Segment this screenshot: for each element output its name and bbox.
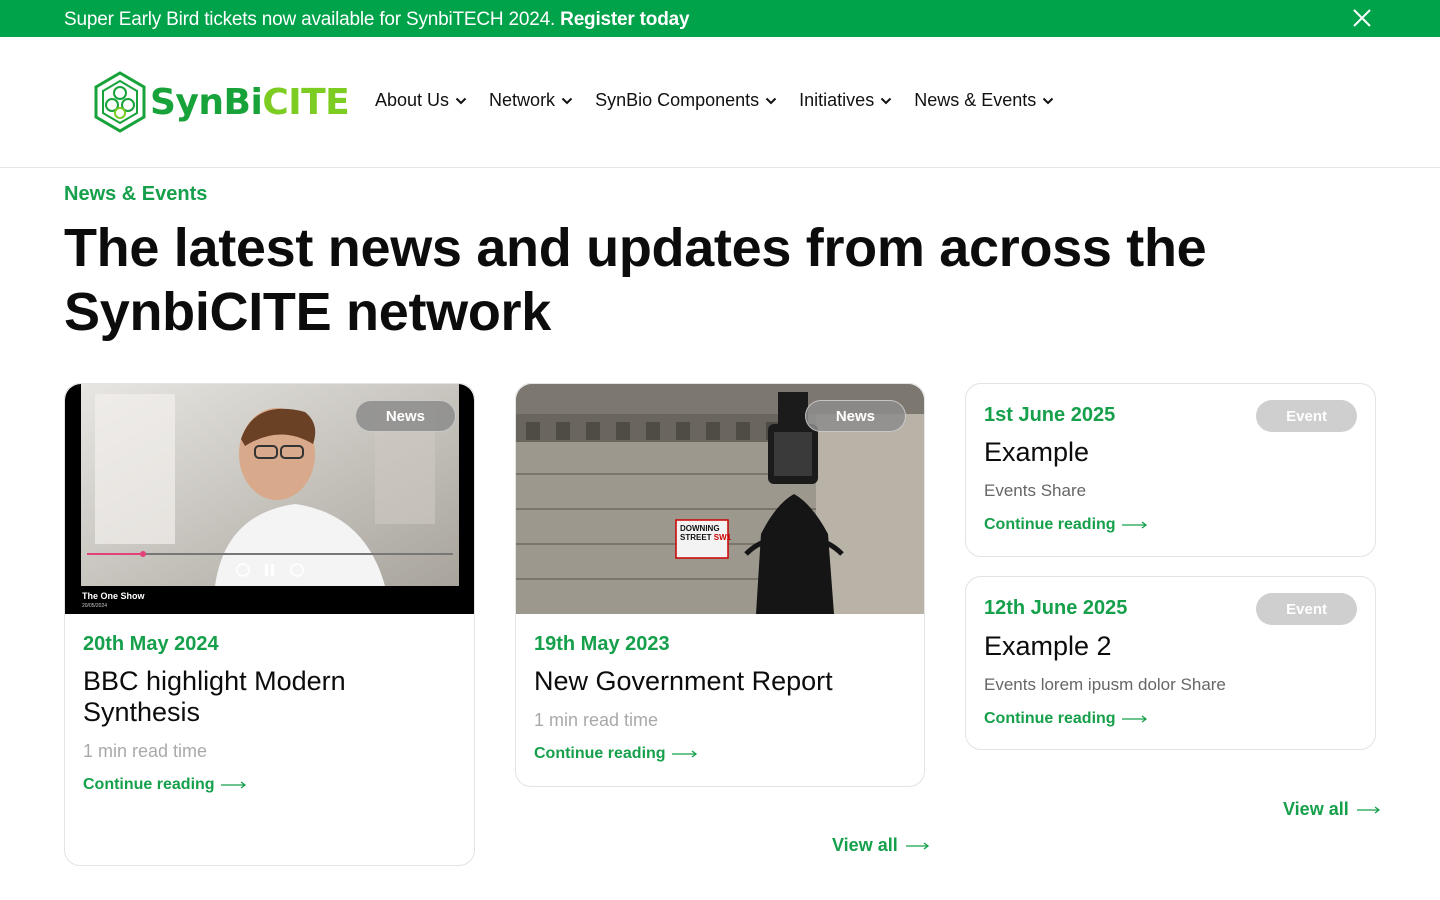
news-date: 19th May 2023 [534,633,670,655]
page-title: The latest news and updates from across … [64,218,1207,342]
street-sign-text: DOWNING STREET SW1 [680,524,732,542]
read-time: 1 min read time [534,710,659,730]
section-eyebrow: News & Events [64,183,208,205]
nav-item-synbio-components[interactable]: SynBio Components [595,90,777,111]
chevron-down-icon [455,97,467,104]
logo-wordmark: SynBiCITE [150,82,350,123]
news-badge: News [804,400,906,432]
events-view-all-link[interactable]: View all [1283,799,1381,820]
banner-text: Super Early Bird tickets now available f… [64,9,690,31]
event-meta: Events Share [984,481,1087,500]
event-meta: Events lorem ipusm dolor Share [984,675,1226,694]
news-card-image: DOWNING STREET SW1 News [516,384,924,614]
continue-reading-link[interactable]: Continue reading [83,776,247,794]
nav-item-network[interactable]: Network [489,90,573,111]
event-title[interactable]: Example 2 [984,631,1324,662]
continue-reading-link[interactable]: Continue reading [984,516,1148,534]
nav-item-initiatives[interactable]: Initiatives [799,90,892,111]
news-card[interactable]: The One Show 20/05/2024 News 20th May 20… [64,383,475,866]
video-caption: The One Show [82,591,145,601]
event-card[interactable]: Event 1st June 2025 Example Events Share… [965,383,1376,557]
arrow-right-icon [905,841,929,850]
arrow-right-icon [1121,521,1147,529]
close-icon[interactable] [1350,6,1374,30]
site-header: SynBiCITE About Us Network SynBio Compon… [0,37,1440,168]
chevron-down-icon [880,97,892,104]
banner-message: Super Early Bird tickets now available f… [64,9,556,30]
video-subcaption: 20/05/2024 [82,603,108,609]
news-card-image: The One Show 20/05/2024 News [65,384,474,614]
event-title[interactable]: Example [984,437,1324,468]
site-logo[interactable]: SynBiCITE [92,71,350,133]
nav-item-about-us[interactable]: About Us [375,90,467,111]
arrow-right-icon [1121,715,1147,723]
arrow-right-icon [671,750,697,758]
arrow-right-icon [1356,805,1380,814]
event-badge: Event [1256,400,1357,432]
news-title[interactable]: New Government Report [534,666,874,697]
news-badge: News [354,400,456,432]
event-badge: Event [1256,593,1357,625]
read-time: 1 min read time [83,741,208,761]
main-nav: About Us Network SynBio Components Initi… [375,90,1076,111]
news-view-all-link[interactable]: View all [832,835,930,856]
news-card[interactable]: DOWNING STREET SW1 News 19th May 2023 Ne… [515,383,925,787]
continue-reading-link[interactable]: Continue reading [984,710,1148,728]
news-date: 20th May 2024 [83,633,219,655]
event-card[interactable]: Event 12th June 2025 Example 2 Events lo… [965,576,1376,750]
continue-reading-link[interactable]: Continue reading [534,745,698,763]
arrow-right-icon [220,781,246,789]
news-title[interactable]: BBC highlight Modern Synthesis [83,666,423,728]
chevron-down-icon [561,97,573,104]
announcement-banner: Super Early Bird tickets now available f… [0,0,1440,37]
register-link[interactable]: Register today [560,9,689,30]
nav-item-news-events[interactable]: News & Events [914,90,1054,111]
chevron-down-icon [765,97,777,104]
event-date: 12th June 2025 [984,597,1128,619]
event-date: 1st June 2025 [984,404,1116,426]
hexagon-logo-icon [94,71,146,133]
chevron-down-icon [1043,97,1054,104]
